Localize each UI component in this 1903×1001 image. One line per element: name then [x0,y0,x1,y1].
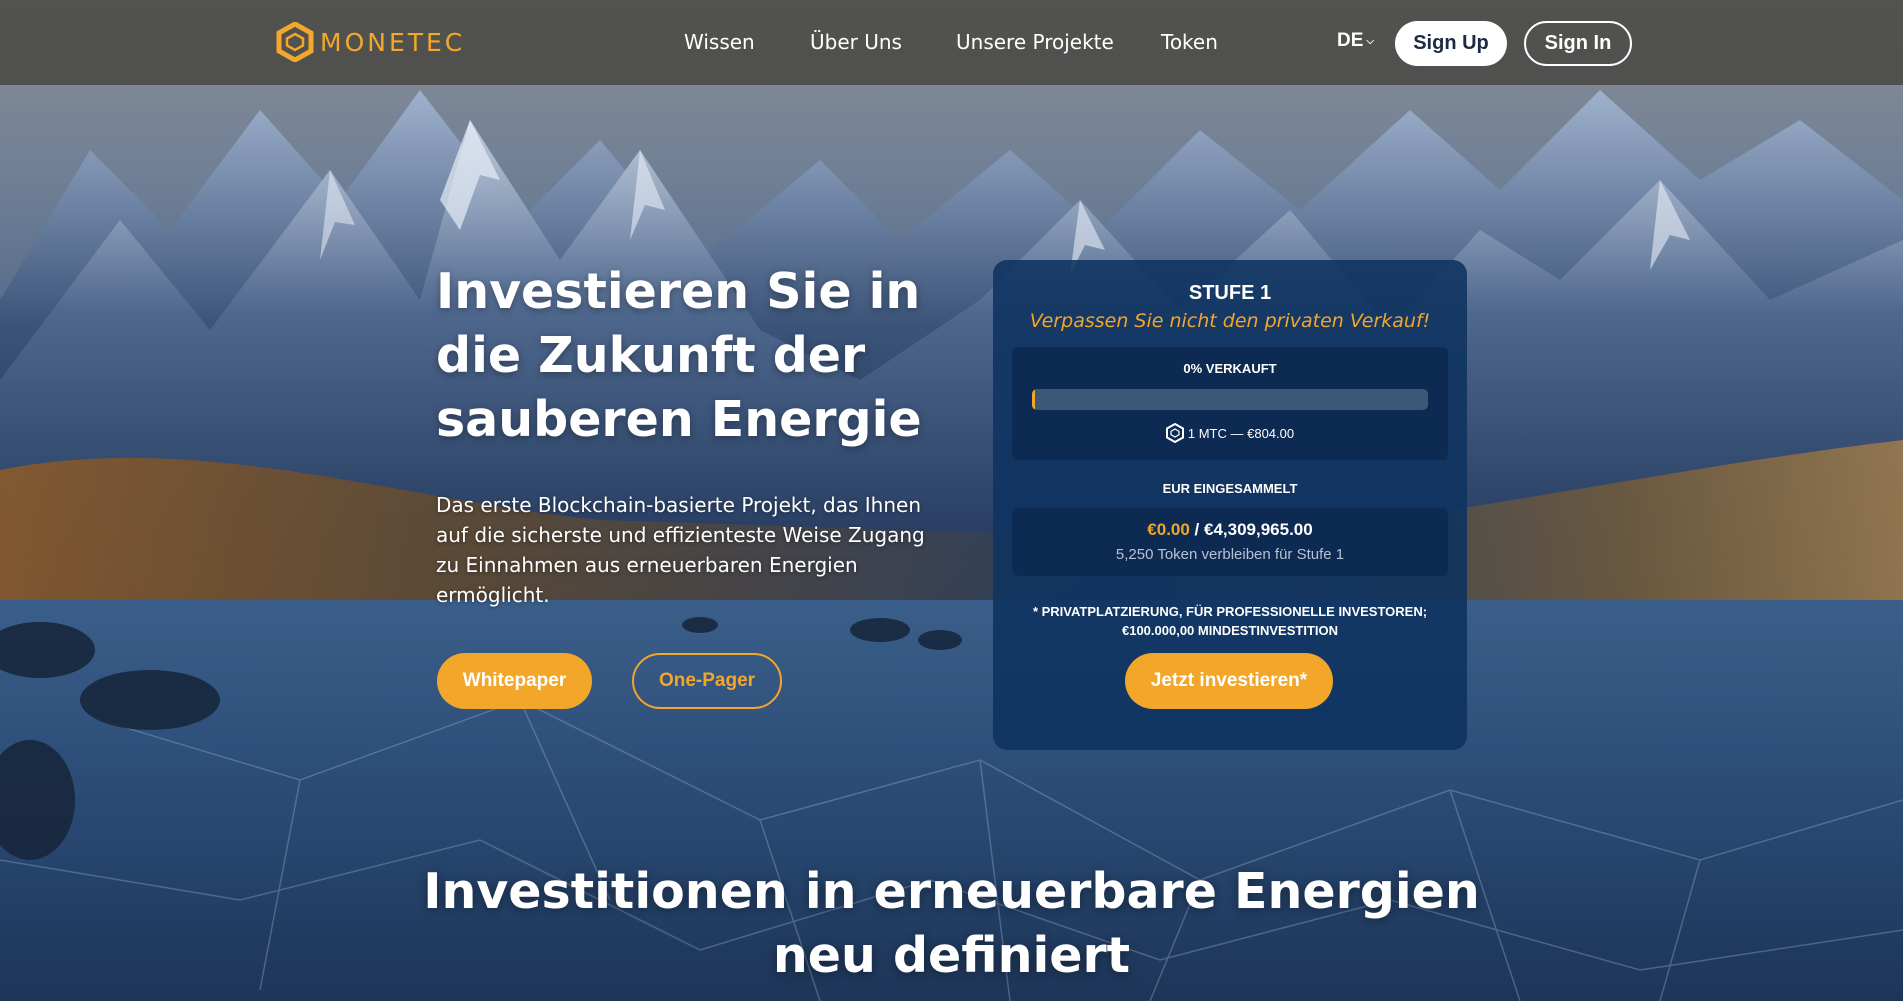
note-line-2: €100.000,00 MINDESTINVESTITION [1121,623,1339,638]
hero-description: Das erste Blockchain-basierte Projekt, d… [436,493,925,607]
tokens-remaining: 5,250 Token verbleiben für Stufe 1 [1115,546,1345,563]
whitepaper-button[interactable]: Whitepaper [437,653,592,709]
raised-separator: / [1189,520,1204,539]
token-hexagon-icon [1165,423,1184,443]
invest-now-button[interactable]: Jetzt investieren* [1125,653,1333,709]
note-line-1: * PRIVATPLATZIERUNG, FÜR PROFESSIONELLE … [1032,604,1428,619]
hero-background-image [0,0,1903,1001]
section-title-line-1: Investitionen in erneuerbare Energien [423,863,1480,920]
language-label: DE [1337,30,1364,51]
sale-progress-fill [1032,389,1035,410]
sale-progress-bar [1032,389,1428,410]
sale-subtitle: Verpassen Sie nicht den privaten Verkauf… [1029,310,1431,332]
sold-percentage-label: 0% VERKAUFT [1183,361,1277,376]
hero-title: Investieren Sie in die Zukunft der saube… [436,263,922,448]
chevron-down-icon: ⌵ [1366,35,1374,47]
sign-in-button[interactable]: Sign In [1524,21,1632,66]
raised-amount: €0.00 / €4,309,965.00 [1012,520,1448,540]
nav-item-token[interactable]: Token [1161,30,1218,54]
sale-progress-panel: 0% VERKAUFT 1 MTC — €804.00 [1012,347,1448,460]
section-title-line-2: neu definiert [772,927,1131,984]
raised-current: €0.00 [1147,520,1190,539]
nav-item-unsere-projekte[interactable]: Unsere Projekte [956,30,1114,54]
nav-item-wissen[interactable]: Wissen [684,30,755,54]
sign-up-button[interactable]: Sign Up [1395,21,1507,66]
raised-target: €4,309,965.00 [1204,520,1313,539]
raised-panel: €0.00 / €4,309,965.00 5,250 Token verble… [1012,508,1448,576]
brand-logo[interactable]: MONETEC [276,21,465,63]
sale-stage-label: STUFE 1 [1188,282,1272,304]
brand-name: MONETEC [320,27,466,57]
token-price-row: 1 MTC — €804.00 [1012,423,1448,443]
one-pager-button[interactable]: One-Pager [632,653,782,709]
language-selector[interactable]: DE ⌵ [1337,30,1374,52]
top-navbar: MONETEC Wissen Über Uns Unsere Projekte … [0,0,1903,85]
nav-item-ueber-uns[interactable]: Über Uns [810,30,902,54]
token-price: 1 MTC — €804.00 [1187,425,1295,441]
hexagon-logo-icon [276,22,314,62]
section-title: Investitionen in erneuerbare Energien ne… [0,860,1903,988]
token-sale-card: STUFE 1 Verpassen Sie nicht den privaten… [993,260,1467,750]
raised-label: EUR EINGESAMMELT [1162,481,1298,496]
private-placement-note: * PRIVATPLATZIERUNG, FÜR PROFESSIONELLE … [1013,602,1447,640]
